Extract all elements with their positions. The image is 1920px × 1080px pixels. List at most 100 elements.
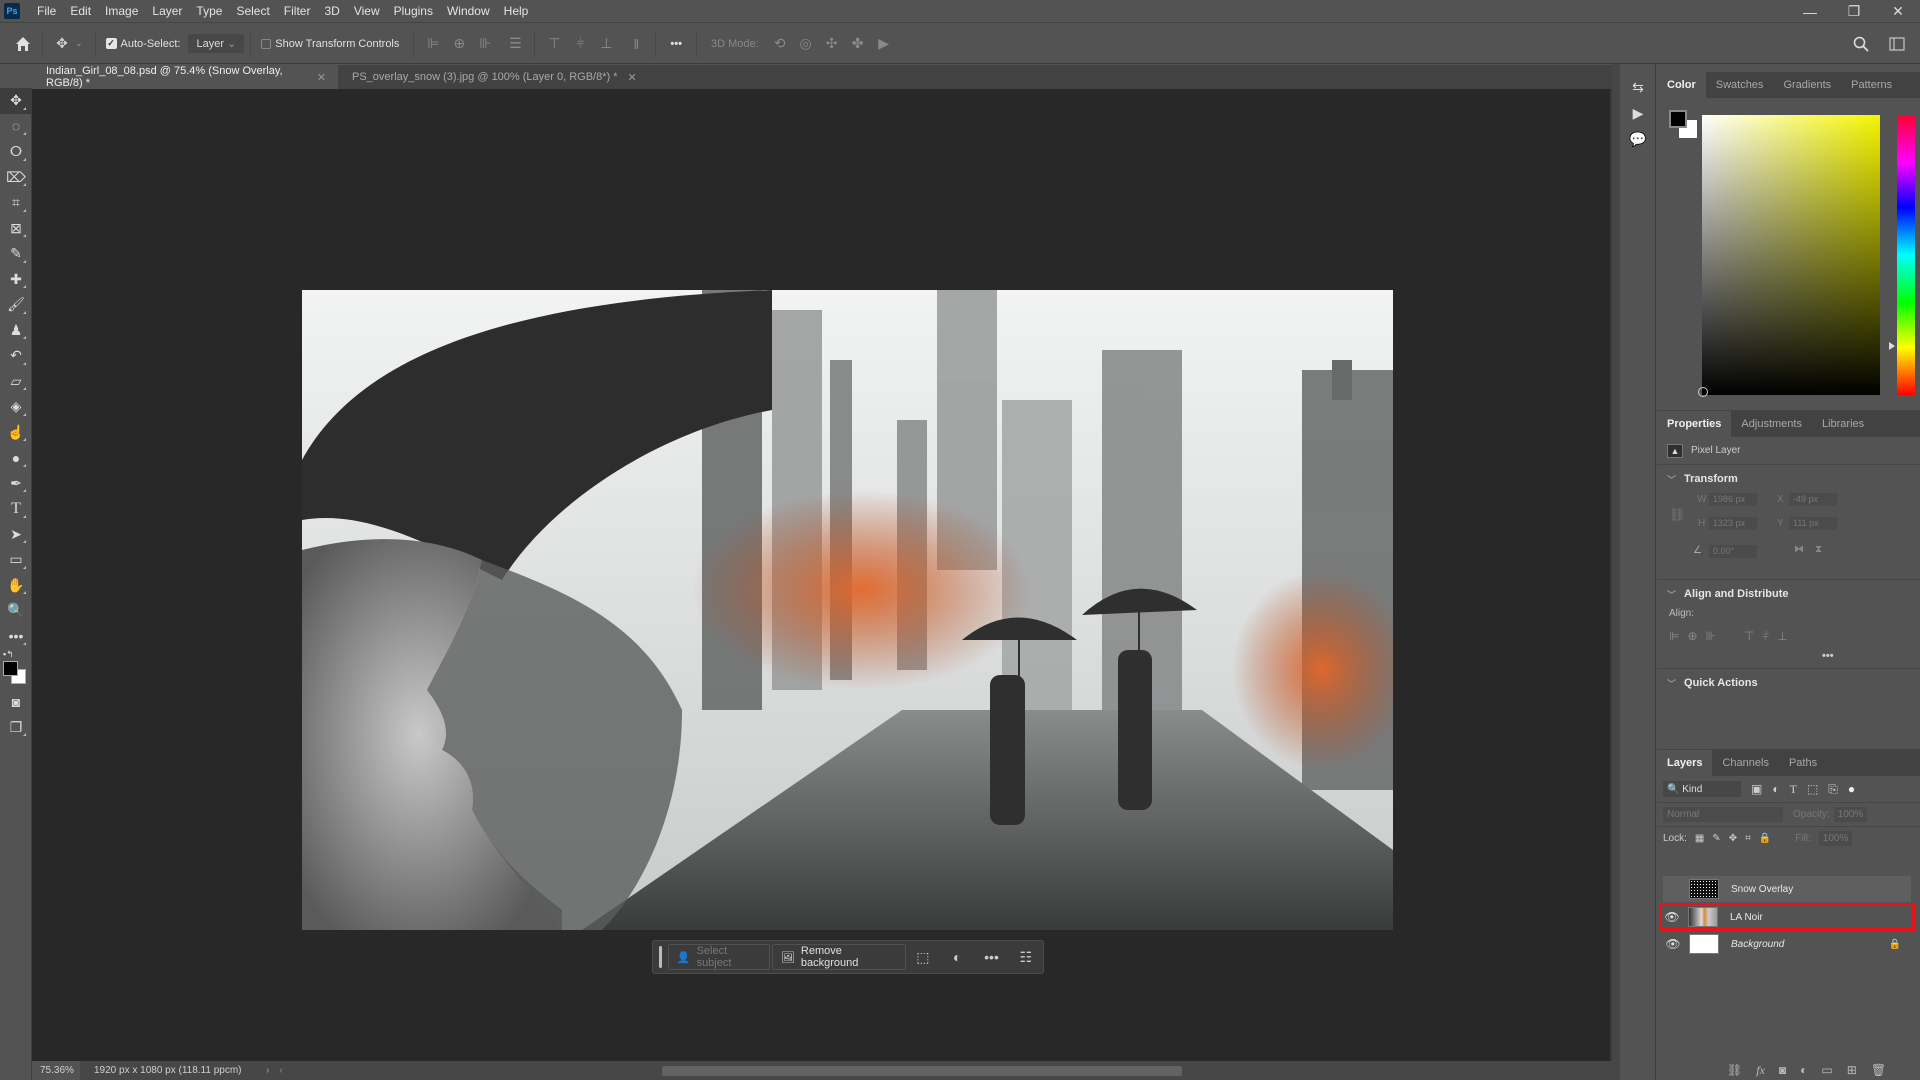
align-bottom-icon[interactable]: ⊥: [1777, 629, 1787, 644]
foreground-color-swatch[interactable]: [3, 661, 18, 676]
close-window-button[interactable]: ✕: [1876, 0, 1920, 23]
history-icon[interactable]: ⇆: [1620, 74, 1656, 100]
pen-tool-icon[interactable]: ✒: [0, 471, 32, 497]
zoom-level[interactable]: 75.36%: [32, 1061, 80, 1080]
status-menu-arrow-icon[interactable]: ›: [266, 1065, 269, 1076]
eraser-tool-icon[interactable]: ▱: [0, 369, 32, 395]
document-canvas-image[interactable]: [302, 290, 1393, 930]
select-subject-button[interactable]: 👤 Select subject: [667, 944, 770, 970]
align-horizontal-centers-icon[interactable]: ⊕: [448, 33, 470, 55]
lock-transparent-icon[interactable]: ▦: [1695, 833, 1704, 844]
tab-adjustments[interactable]: Adjustments: [1731, 411, 1812, 437]
3d-orbit-icon[interactable]: ⟲: [769, 33, 791, 55]
3d-slide-icon[interactable]: ✤: [847, 33, 869, 55]
foreground-color-swatch[interactable]: [1669, 110, 1687, 128]
transform-selection-icon[interactable]: ⬚: [906, 949, 940, 966]
auto-select-target-dropdown[interactable]: Layer ⌄: [188, 34, 245, 53]
filter-toggle[interactable]: ●: [1848, 782, 1855, 796]
tab-channels[interactable]: Channels: [1712, 750, 1778, 776]
rectangle-tool-icon[interactable]: ▭: [0, 547, 32, 573]
3d-roll-icon[interactable]: ◎: [795, 33, 817, 55]
filter-adjustment-icon[interactable]: ◐: [1772, 782, 1779, 796]
healing-brush-tool-icon[interactable]: ✚: [0, 267, 32, 293]
dodge-tool-icon[interactable]: ●: [0, 445, 32, 471]
menu-view[interactable]: View: [347, 0, 387, 23]
flip-horizontal-icon[interactable]: ⧓: [1794, 544, 1804, 555]
align-top-icon[interactable]: ⊤: [1744, 629, 1754, 644]
more-align-options-button[interactable]: •••: [1657, 650, 1920, 662]
layer-row-background[interactable]: 👁 Background 🔒: [1663, 931, 1911, 957]
quick-actions-header[interactable]: ﹀ Quick Actions: [1657, 673, 1920, 693]
eye-icon[interactable]: 👁: [1662, 910, 1682, 924]
home-icon[interactable]: [12, 33, 34, 55]
move-tool-icon[interactable]: ✥: [0, 88, 32, 114]
lasso-tool-icon[interactable]: ⵔ: [0, 139, 32, 165]
auto-select-checkbox[interactable]: ✓: [105, 38, 117, 49]
blur-tool-icon[interactable]: ☝: [0, 420, 32, 446]
align-top-edges-icon[interactable]: ⊤: [543, 33, 565, 55]
lock-position-icon[interactable]: ✥: [1729, 833, 1737, 844]
distribute-vertical-icon[interactable]: ☰: [504, 33, 526, 55]
hue-slider[interactable]: [1897, 115, 1915, 395]
tab-properties[interactable]: Properties: [1657, 411, 1732, 437]
tab-paths[interactable]: Paths: [1779, 750, 1827, 776]
align-section-header[interactable]: ﹀ Align and Distribute: [1657, 584, 1920, 604]
quick-mask-icon[interactable]: ◙: [0, 689, 32, 715]
x-position-field[interactable]: -49 px: [1789, 493, 1837, 506]
workspace-icon[interactable]: [1886, 33, 1908, 55]
align-middle-icon[interactable]: ⫩: [1762, 629, 1769, 644]
remove-background-button[interactable]: 🖼 Remove background: [771, 944, 906, 970]
filter-kind-dropdown[interactable]: 🔍 Kind: [1663, 781, 1741, 797]
path-selection-tool-icon[interactable]: ➤: [0, 522, 32, 548]
eye-icon[interactable]: 👁: [1663, 937, 1683, 951]
default-colors-icon[interactable]: ▪↰: [3, 649, 14, 660]
object-selection-tool-icon[interactable]: ⌦: [0, 165, 32, 191]
layer-name[interactable]: Snow Overlay: [1731, 884, 1793, 895]
blend-mode-dropdown[interactable]: Normal: [1663, 807, 1783, 822]
y-position-field[interactable]: 111 px: [1789, 517, 1837, 530]
layer-name[interactable]: LA Noir: [1730, 912, 1763, 923]
show-transform-checkbox[interactable]: [261, 38, 272, 49]
crop-tool-icon[interactable]: ⌗: [0, 190, 32, 216]
hue-slider-marker[interactable]: [1889, 342, 1895, 350]
width-field[interactable]: 1986 px: [1709, 493, 1757, 506]
edit-toolbar-icon[interactable]: •••: [0, 624, 32, 650]
screen-mode-icon[interactable]: ❐: [0, 715, 32, 741]
paint-bucket-tool-icon[interactable]: ◈: [0, 394, 32, 420]
menu-3d[interactable]: 3D: [317, 0, 346, 23]
transform-section-header[interactable]: ﹀ Transform: [1657, 469, 1920, 489]
3d-pan-icon[interactable]: ✣: [821, 33, 843, 55]
brush-tool-icon[interactable]: 🖌: [0, 292, 32, 318]
angle-field[interactable]: 0.00°: [1709, 545, 1757, 558]
link-layers-icon[interactable]: ⛓: [1727, 1063, 1742, 1077]
menu-type[interactable]: Type: [189, 0, 229, 23]
close-tab-icon[interactable]: ✕: [628, 71, 637, 84]
tab-gradients[interactable]: Gradients: [1773, 72, 1841, 98]
lock-image-icon[interactable]: ✎: [1712, 833, 1720, 844]
menu-file[interactable]: File: [30, 0, 63, 23]
flip-vertical-icon[interactable]: ⧗: [1815, 544, 1822, 555]
filter-shape-icon[interactable]: ⬚: [1807, 782, 1818, 796]
new-group-icon[interactable]: ▭: [1821, 1063, 1832, 1077]
filter-type-icon[interactable]: T: [1790, 782, 1797, 797]
new-adjustment-layer-icon[interactable]: ◐: [1800, 1063, 1807, 1077]
align-center-h-icon[interactable]: ⊕: [1687, 629, 1697, 644]
align-left-icon[interactable]: ⊫: [1669, 629, 1679, 644]
align-left-edges-icon[interactable]: ⊫: [422, 33, 444, 55]
filter-pixel-icon[interactable]: ▣: [1751, 782, 1762, 796]
eyedropper-tool-icon[interactable]: ✎: [0, 241, 32, 267]
layer-row-snow-overlay[interactable]: Snow Overlay: [1663, 876, 1911, 902]
saturation-brightness-field[interactable]: [1702, 115, 1880, 395]
tab-swatches[interactable]: Swatches: [1706, 72, 1774, 98]
delete-layer-icon[interactable]: 🗑: [1871, 1063, 1886, 1077]
filter-smart-object-icon[interactable]: ⎘: [1828, 782, 1838, 797]
height-field[interactable]: 1323 px: [1709, 517, 1757, 530]
align-bottom-edges-icon[interactable]: ⊥: [595, 33, 617, 55]
doc-tab-active[interactable]: Indian_Girl_08_08.psd @ 75.4% (Snow Over…: [32, 65, 338, 89]
minimize-button[interactable]: —: [1788, 0, 1832, 23]
clone-stamp-tool-icon[interactable]: ♟: [0, 318, 32, 344]
menu-window[interactable]: Window: [440, 0, 497, 23]
drag-handle[interactable]: [659, 946, 662, 968]
tab-libraries[interactable]: Libraries: [1812, 411, 1874, 437]
more-options-button[interactable]: •••: [670, 38, 682, 50]
